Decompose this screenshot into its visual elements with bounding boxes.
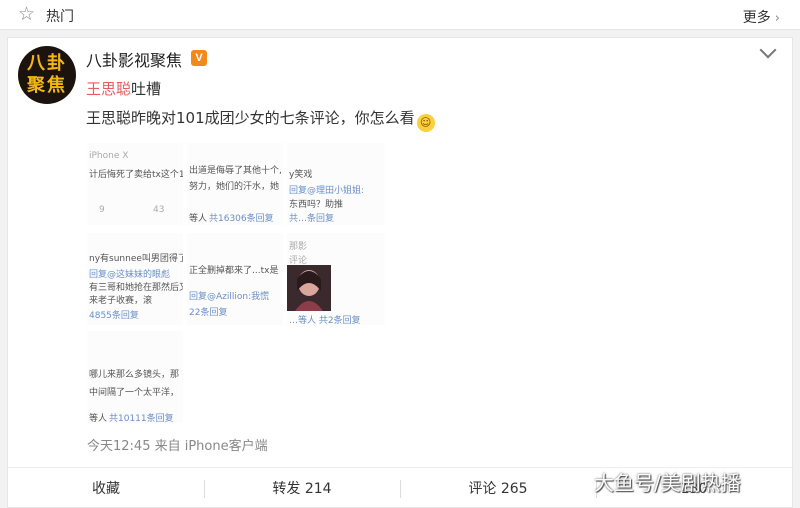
tile-text: 计后悔死了卖给tx这个1 [89, 170, 183, 180]
tile-text: 来老子收赛，滚 [89, 296, 153, 306]
verified-badge: V [191, 50, 207, 66]
slightly-smiling-face-icon: ☺ [416, 114, 435, 132]
image-tile[interactable]: y笑戏 回复@理田小姐姐: 东西吗？助推 共…条回复 [287, 143, 385, 225]
author-name[interactable]: 八卦影视聚焦 [86, 47, 182, 71]
post-text-line2: 王思聪昨晚对101成团少女的七条评论，你怎么看 ☺ [86, 107, 435, 132]
tile-text: 等人 [189, 214, 208, 224]
more-label: 更多 [742, 10, 771, 26]
tile-text: 回复@Azillion:我慌 [189, 292, 270, 302]
hot-header-bar: ☆ 热门 更多 › [0, 0, 800, 30]
tile-text: 共10111条回复 [109, 414, 174, 423]
tile-text: iPhone X [89, 151, 129, 161]
mention-suffix: 吐槽 [131, 80, 162, 98]
avatar-logo-text: 八卦聚焦 [27, 53, 67, 96]
tile-text: 正全删掉都来了...tx是 [189, 266, 279, 276]
tile-text: 东西吗？助推 [289, 200, 344, 210]
post-body: 王思聪昨晚对101成团少女的七条评论，你怎么看 [86, 109, 415, 127]
tile-text: y笑戏 [289, 170, 313, 180]
photo-thumbnail [287, 265, 331, 311]
tile-text: 共16306条回复 [209, 214, 274, 224]
favorite-button[interactable]: 收藏 [8, 468, 204, 508]
star-outline-icon: ☆ [18, 3, 36, 25]
watermark-text: 大鱼号/美剧热播 [594, 471, 741, 495]
image-tile[interactable]: 正全删掉都来了...tx是 回复@Azillion:我慌 22条回复 [187, 233, 283, 325]
chevron-right-icon: › [774, 11, 780, 26]
post-image-grid[interactable]: iPhone X 计后悔死了卖给tx这个1 9 43 出道是侮辱了其他十个, 努… [87, 143, 387, 423]
post-text-line1: 王思聪吐槽 [86, 78, 161, 99]
tile-text: 有三哥和她抢在那然后又 [89, 283, 183, 293]
image-tile[interactable]: iPhone X 计后悔死了卖给tx这个1 9 43 [87, 143, 183, 225]
image-tile[interactable]: 那影 评论 …等人 共2条回复 [287, 233, 385, 325]
avatar[interactable]: 八卦聚焦 [18, 46, 76, 104]
tile-text: 出道是侮辱了其他十个, [189, 166, 282, 176]
comment-button[interactable]: 评论 265 [400, 468, 596, 508]
tile-text: 4855条回复 [89, 311, 139, 321]
tile-text: 中间隔了一个太平洋， [89, 388, 180, 398]
image-tile[interactable]: 出道是侮辱了其他十个, 努力，她们的汗水，她 等人 共16306条回复 [187, 143, 283, 225]
more-button[interactable]: 更多 › [743, 7, 780, 27]
weibo-post-card: 八卦聚焦 八卦影视聚焦 V 王思聪吐槽 王思聪昨晚对101成团少女的七条评论，你… [7, 37, 794, 508]
tile-text: 等人 [89, 414, 108, 423]
tile-text: ny有sunnee叫男团得了 [89, 254, 183, 264]
tile-text: 9 [99, 205, 105, 215]
tile-text: 努力，她们的汗水，她 [189, 182, 280, 192]
tile-text: 共…条回复 [289, 214, 335, 224]
mention-link[interactable]: 王思聪 [86, 80, 131, 98]
hot-label: 热门 [46, 9, 74, 25]
tile-text: 回复@理田小姐姐: [289, 186, 365, 196]
tile-text: 那影 [289, 242, 308, 252]
repost-button[interactable]: 转发 214 [204, 468, 400, 508]
tile-text: 回复@这妹妹的眼彪 [89, 270, 171, 280]
tile-text: 哪儿来那么多镜头，那 [89, 370, 180, 380]
chevron-down-icon[interactable] [759, 41, 777, 59]
image-tile[interactable]: 哪儿来那么多镜头，那 中间隔了一个太平洋， 等人 共10111条回复 [87, 331, 183, 423]
tile-text: 22条回复 [189, 308, 228, 318]
image-tile[interactable]: ny有sunnee叫男团得了 回复@这妹妹的眼彪 有三哥和她抢在那然后又 来老子… [87, 233, 183, 325]
tile-text: 43 [153, 205, 165, 215]
post-time-source: 今天12:45 来自 iPhone客户端 [87, 439, 268, 454]
tile-text: …等人 共2条回复 [289, 316, 361, 325]
